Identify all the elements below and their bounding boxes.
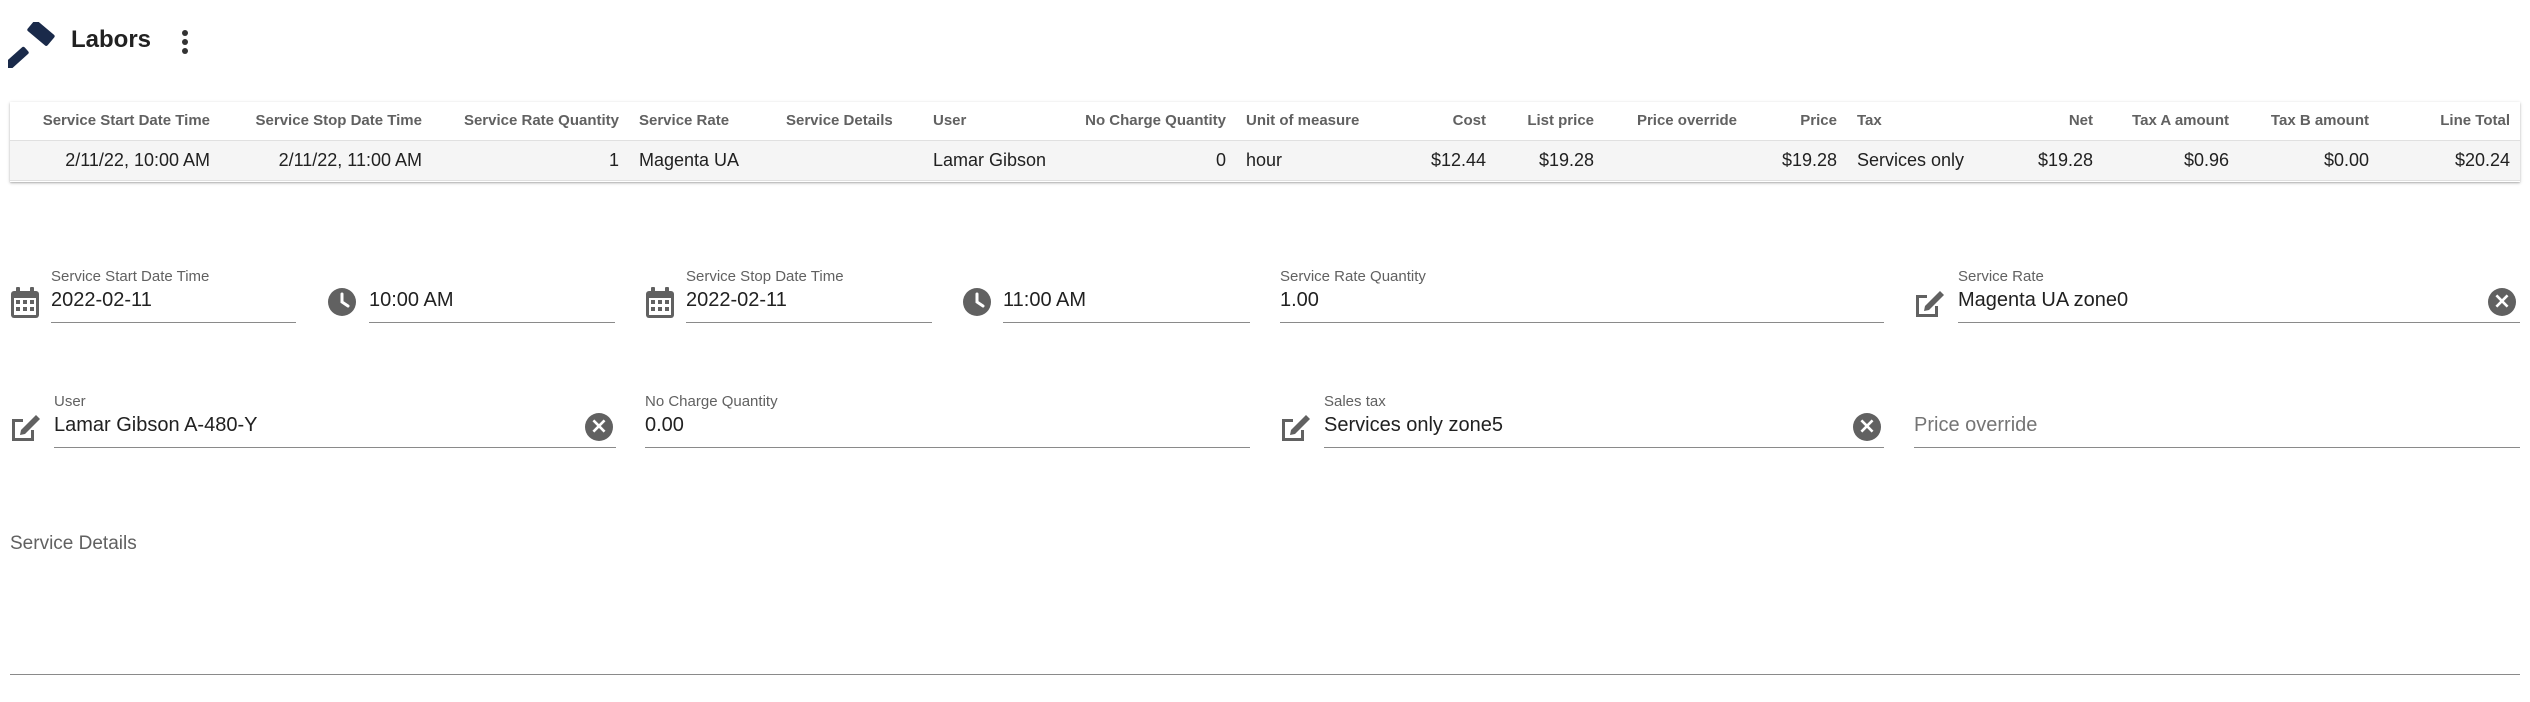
edit-icon[interactable] [1913,287,1947,319]
clock-icon[interactable] [962,287,992,317]
column-header[interactable]: Service Rate [629,102,776,141]
service-start-time-field[interactable]: 10:00 AM [369,268,615,323]
hammer-icon [8,22,55,68]
clear-icon[interactable]: × [2488,288,2516,316]
column-header[interactable]: No Charge Quantity [1073,102,1236,141]
field-underline [1280,322,1884,323]
page-header: Labors [0,0,2530,90]
column-header[interactable]: Net [1993,102,2103,141]
field-underline [54,447,616,448]
table-cell: $20.24 [2379,140,2520,181]
table-cell: $19.28 [1993,140,2103,181]
column-header[interactable]: Price [1747,102,1847,141]
column-header[interactable]: Line Total [2379,102,2520,141]
service-rate-field[interactable]: Service Rate Magenta UA zone0 [1958,268,2520,323]
column-header[interactable]: Service Start Date Time [10,102,220,141]
field-value[interactable]: 2022-02-11 [51,289,152,312]
column-header[interactable]: Price override [1604,102,1747,141]
service-start-date-field[interactable]: Service Start Date Time 2022-02-11 [51,268,296,323]
field-value[interactable]: 11:00 AM [1003,289,1086,312]
table-cell: $0.00 [2239,140,2379,181]
table-header-row: Service Start Date Time Service Stop Dat… [10,102,2520,141]
field-label: User [54,393,86,410]
clear-icon[interactable]: × [585,413,613,441]
clock-icon[interactable] [327,287,357,317]
table-cell: hour [1236,140,1384,181]
service-rate-quantity-field[interactable]: Service Rate Quantity 1.00 [1280,268,1884,323]
field-value[interactable]: Lamar Gibson A-480-Y [54,414,257,437]
table-cell: Magenta UA [629,140,776,181]
service-details-label[interactable]: Service Details [10,533,137,555]
no-charge-quantity-field[interactable]: No Charge Quantity 0.00 [645,393,1250,448]
table-cell: $0.96 [2103,140,2239,181]
column-header[interactable]: Service Details [776,102,923,141]
field-label: Service Rate [1958,268,2044,285]
calendar-icon[interactable] [645,287,675,319]
table-cell: 2/11/22, 11:00 AM [220,140,432,181]
table-cell: $19.28 [1747,140,1847,181]
field-value[interactable]: Services only zone5 [1324,414,1503,437]
table-cell [1604,140,1747,181]
column-header[interactable]: Tax A amount [2103,102,2239,141]
field-value[interactable]: 1.00 [1280,289,1319,312]
field-value[interactable]: 0.00 [645,414,684,437]
field-label: No Charge Quantity [645,393,778,410]
column-header[interactable]: Service Rate Quantity [432,102,629,141]
labors-table: Service Start Date Time Service Stop Dat… [10,102,2520,182]
field-label: Sales tax [1324,393,1386,410]
field-placeholder[interactable]: Price override [1914,414,2037,437]
clear-icon[interactable]: × [1853,413,1881,441]
table-cell [776,140,923,181]
column-header[interactable]: Tax B amount [2239,102,2379,141]
field-value[interactable]: 10:00 AM [369,289,454,312]
field-label: Service Start Date Time [51,268,210,285]
table-cell: 1 [432,140,629,181]
more-vert-icon[interactable] [176,30,194,58]
edit-icon[interactable] [9,411,43,443]
field-value[interactable]: 2022-02-11 [686,289,787,312]
field-label: Service Rate Quantity [1280,268,1426,285]
table-cell: 0 [1073,140,1236,181]
field-underline [686,322,932,323]
user-field[interactable]: User Lamar Gibson A-480-Y [54,393,616,448]
table-cell: 2/11/22, 10:00 AM [10,140,220,181]
column-header[interactable]: Service Stop Date Time [220,102,432,141]
field-underline [1324,447,1884,448]
service-details-underline [10,674,2520,675]
sales-tax-field[interactable]: Sales tax Services only zone5 [1324,393,1884,448]
table-cell: Services only [1847,140,1993,181]
column-header[interactable]: List price [1496,102,1604,141]
field-underline [1914,447,2520,448]
page-title: Labors [71,26,152,53]
price-override-field[interactable]: Price override [1914,393,2520,448]
table-row[interactable]: 2/11/22, 10:00 AM 2/11/22, 11:00 AM 1 Ma… [10,140,2520,181]
column-header[interactable]: Cost [1384,102,1496,141]
service-stop-date-field[interactable]: Service Stop Date Time 2022-02-11 [686,268,932,323]
field-underline [1958,322,2520,323]
edit-icon[interactable] [1279,411,1313,443]
column-header[interactable]: Unit of measure [1236,102,1384,141]
field-underline [645,447,1250,448]
calendar-icon[interactable] [10,287,40,319]
field-label: Service Stop Date Time [686,268,844,285]
field-underline [369,322,615,323]
field-underline [51,322,296,323]
service-stop-time-field[interactable]: 11:00 AM [1003,268,1250,323]
column-header[interactable]: Tax [1847,102,1993,141]
table-cell: Lamar Gibson [923,140,1073,181]
field-underline [1003,322,1250,323]
field-value[interactable]: Magenta UA zone0 [1958,289,2128,312]
table-cell: $12.44 [1384,140,1496,181]
table-cell: $19.28 [1496,140,1604,181]
column-header[interactable]: User [923,102,1073,141]
